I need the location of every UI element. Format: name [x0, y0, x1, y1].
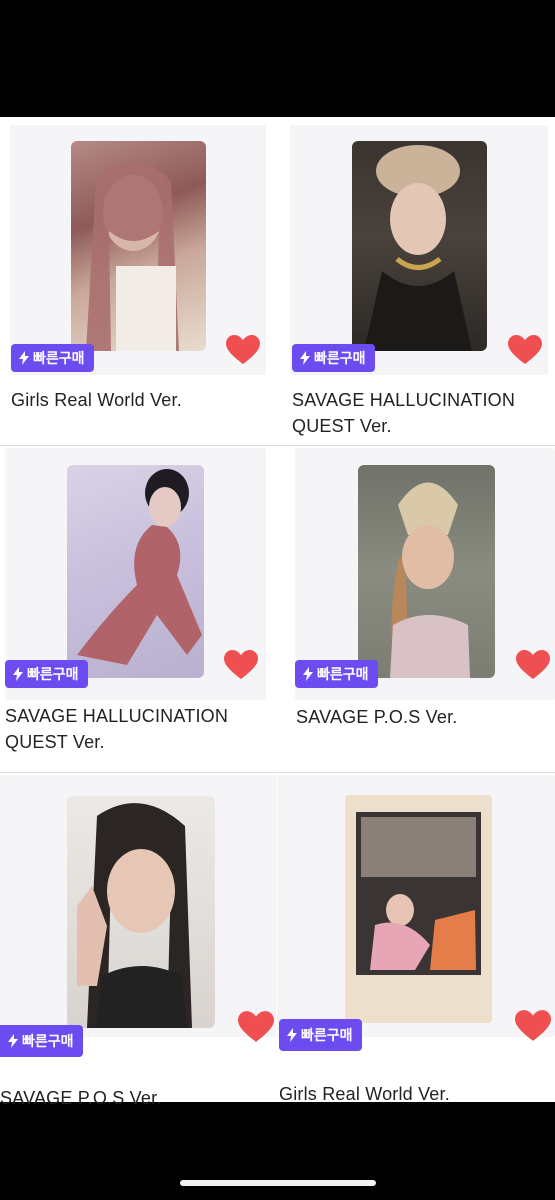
- photo-illustration: [356, 812, 481, 975]
- lightning-bolt-icon: [13, 667, 23, 681]
- product-photo[interactable]: [358, 465, 495, 678]
- quick-buy-badge: 빠른구매: [279, 1019, 362, 1051]
- home-indicator[interactable]: [180, 1180, 376, 1186]
- product-title[interactable]: Girls Real World Ver.: [11, 387, 266, 413]
- product-card[interactable]: 빠른구매 SAVAGE HALLUCINATION QUEST Ver.: [277, 117, 555, 445]
- product-photo[interactable]: [345, 795, 492, 1023]
- product-photo[interactable]: [71, 141, 206, 351]
- product-title[interactable]: Girls Real World Ver.: [279, 1081, 549, 1107]
- badge-label: 빠른구매: [33, 350, 85, 366]
- product-title[interactable]: SAVAGE P.O.S Ver.: [296, 704, 546, 730]
- product-photo[interactable]: [67, 796, 215, 1028]
- photo-illustration: [77, 803, 192, 1028]
- badge-label: 빠른구매: [317, 666, 369, 682]
- badge-label: 빠른구매: [314, 350, 366, 366]
- product-card[interactable]: 빠른구매 SAVAGE P.O.S Ver.: [277, 446, 555, 772]
- badge-label: 빠른구매: [22, 1033, 74, 1049]
- product-card[interactable]: 빠른구매 Girls Real World Ver.: [277, 773, 555, 1104]
- heart-icon[interactable]: [224, 650, 258, 680]
- lightning-bolt-icon: [300, 351, 310, 365]
- lightning-bolt-icon: [8, 1034, 18, 1048]
- badge-label: 빠른구매: [301, 1027, 353, 1043]
- quick-buy-badge: 빠른구매: [295, 660, 378, 688]
- quick-buy-badge: 빠른구매: [292, 344, 375, 372]
- product-photo[interactable]: [352, 141, 487, 351]
- product-card[interactable]: 빠른구매 SAVAGE HALLUCINATION QUEST Ver.: [0, 446, 277, 772]
- photo-illustration: [364, 145, 472, 351]
- product-title[interactable]: SAVAGE HALLUCINATION QUEST Ver.: [292, 387, 537, 439]
- quick-buy-badge: 빠른구매: [5, 660, 88, 688]
- screen: { "listing": { "items": [ { "title": "Gi…: [0, 0, 555, 1200]
- lightning-bolt-icon: [287, 1028, 297, 1042]
- product-card[interactable]: 빠른구매 SAVAGE P.O.S Ver.: [0, 773, 277, 1108]
- lightning-bolt-icon: [19, 351, 29, 365]
- lightning-bolt-icon: [303, 667, 313, 681]
- photo-illustration: [77, 469, 202, 665]
- badge-label: 빠른구매: [27, 666, 79, 682]
- heart-icon[interactable]: [226, 335, 260, 365]
- heart-icon[interactable]: [238, 1011, 274, 1043]
- quick-buy-badge: 빠른구매: [0, 1025, 83, 1057]
- quick-buy-badge: 빠른구매: [11, 344, 94, 372]
- product-card[interactable]: 빠른구매 Girls Real World Ver.: [0, 117, 277, 445]
- heart-icon[interactable]: [515, 1010, 551, 1042]
- heart-icon[interactable]: [516, 650, 550, 680]
- product-title[interactable]: SAVAGE P.O.S Ver.: [0, 1085, 270, 1111]
- photo-illustration: [390, 482, 470, 678]
- product-title[interactable]: SAVAGE HALLUCINATION QUEST Ver.: [5, 703, 265, 755]
- product-photo[interactable]: [67, 465, 204, 678]
- photo-illustration: [86, 161, 179, 351]
- heart-icon[interactable]: [508, 335, 542, 365]
- product-grid: 빠른구매 Girls Real World Ver. 빠른구매 SAVAGE H…: [0, 117, 555, 1108]
